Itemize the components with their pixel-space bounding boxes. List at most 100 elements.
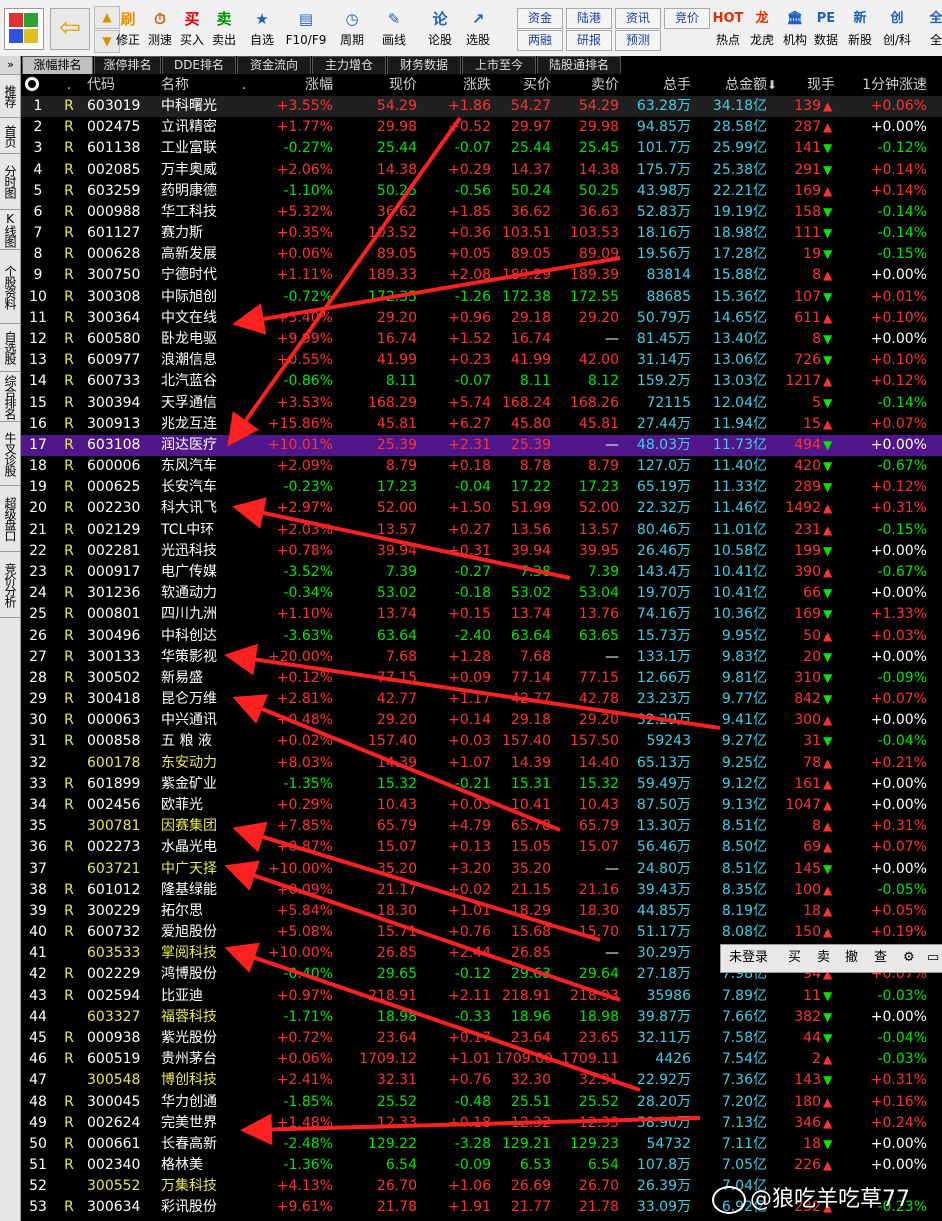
table-row[interactable]: 47 300548 博创科技 +2.41% 32.31 +0.76 32.30 32.31 22… (21, 1070, 942, 1091)
table-row[interactable]: 27 R 300133 华策影视 +20.00% 7.68 +1.28 7.68 — 133.1万… (21, 647, 942, 668)
table-row[interactable]: 38 R 601012 隆基绿能 +0.09% 21.17 +0.02 21.15 21.16 3… (21, 880, 942, 901)
sell-button[interactable]: 卖 (817, 945, 830, 971)
buy-button[interactable]: 买 (788, 945, 801, 971)
toolbar-mini-button-4[interactable]: 两融 (517, 30, 563, 51)
table-row[interactable]: 12 R 600580 卧龙电驱 +9.99% 16.74 +1.52 16.74 — 81.45… (21, 329, 942, 350)
table-row[interactable]: 40 R 600732 爱旭股份 +5.08% 15.71 +0.76 15.68 15.70 5… (21, 922, 942, 943)
table-row[interactable]: 13 R 600977 浪潮信息 +0.55% 41.99 +0.23 41.99 42.00 3… (21, 350, 942, 371)
toolbar-mini-button-6[interactable]: 预测 (615, 30, 661, 51)
table-row[interactable]: 21 R 002129 TCL中环 +2.03% 13.57 +0.27 13.56 13.57… (21, 520, 942, 541)
table-row[interactable]: 5 R 603259 药明康德 -1.10% 50.25 -0.56 50.24 50.25 43… (21, 181, 942, 202)
table-row[interactable]: 3 R 601138 工业富联 -0.27% 25.44 -0.07 25.44 25.45 10… (21, 138, 942, 159)
table-row[interactable]: 34 R 002456 欧菲光 +0.29% 10.43 +0.03 10.41 10.43 87… (21, 795, 942, 816)
toolbar-right-button-5[interactable]: 创创/科 (880, 6, 914, 52)
sidebar-item-4[interactable]: 个股资料 (0, 250, 20, 324)
toolbar-right-button-4[interactable]: 新新股 (843, 6, 877, 52)
table-row[interactable]: 49 R 002624 完美世界 +1.48% 12.33 +0.18 12.32 12.33 5… (21, 1113, 942, 1134)
column-header-5[interactable]: 涨幅 (255, 74, 333, 96)
table-row[interactable]: 28 R 300502 新易盛 +0.12% 77.15 +0.09 77.14 77.15 12… (21, 668, 942, 689)
login-status[interactable]: 未登录 (729, 945, 768, 971)
toolbar-mini-button-1[interactable]: 陆港 (566, 8, 612, 29)
column-header-8[interactable]: 买价 (495, 74, 551, 96)
table-row[interactable]: 20 R 002230 科大讯飞 +2.97% 52.00 +1.50 51.99 52.00 2… (21, 498, 942, 519)
sidebar-item-9[interactable]: 竞价分析 (0, 552, 20, 618)
toolbar-button-7[interactable]: ✎ 画线 (372, 6, 416, 52)
tab-2[interactable]: DDE排名 (162, 56, 236, 74)
sidebar-item-6[interactable]: 综合排名 (0, 372, 20, 422)
table-row[interactable]: 44 603327 福蓉科技 -1.71% 18.98 -0.33 18.96 18.98 39… (21, 1007, 942, 1028)
tab-6[interactable]: 上市至今 (462, 56, 536, 74)
toolbar-mini-button-3[interactable]: 竞价 (664, 8, 710, 29)
table-row[interactable]: 39 R 300229 拓尔思 +5.84% 18.30 +1.01 18.29 18.30 44… (21, 901, 942, 922)
column-header-2[interactable]: 代码 (87, 74, 157, 96)
table-row[interactable]: 24 R 301236 软通动力 -0.34% 53.02 -0.18 53.02 53.04 1… (21, 583, 942, 604)
sidebar-item-8[interactable]: 超级盘口 (0, 486, 20, 552)
table-row[interactable]: 43 R 002594 比亚迪 +0.97% 218.91 +2.11 218.91 218.9… (21, 986, 942, 1007)
table-row[interactable]: 25 R 000801 四川九洲 +1.10% 13.74 +0.15 13.74 13.76 7… (21, 604, 942, 625)
column-header-11[interactable]: 总金额 (691, 74, 767, 96)
table-row[interactable]: 30 R 000063 中兴通讯 +0.48% 29.20 +0.14 29.18 29.20 3… (21, 710, 942, 731)
table-row[interactable]: 36 R 002273 水晶光电 +0.87% 15.07 +0.13 15.05 15.07 5… (21, 837, 942, 858)
sidebar-item-0[interactable]: 推荐 (0, 74, 20, 118)
tab-5[interactable]: 财务数据 (387, 56, 461, 74)
table-row[interactable]: 31 R 000858 五 粮 液 +0.02% 157.40 +0.03 157.40 157… (21, 731, 942, 752)
toolbar-mini-button-2[interactable]: 资讯 (615, 8, 661, 29)
column-header-9[interactable]: 卖价 (553, 74, 619, 96)
table-row[interactable]: 7 R 601127 赛力斯 +0.35% 103.52 +0.36 103.51 103.53… (21, 223, 942, 244)
sidebar-item-3[interactable]: K线图 (0, 210, 20, 250)
sidebar-item-1[interactable]: 首页 (0, 118, 20, 154)
toolbar-button-9[interactable]: ↗ 选股 (456, 6, 500, 52)
sidebar-item-2[interactable]: 分时图 (0, 154, 20, 210)
table-row[interactable]: 10 R 300308 中际旭创 -0.72% 172.35 -1.26 172.38 172.… (21, 287, 942, 308)
toolbar-mini-button-0[interactable]: 资金 (517, 8, 563, 29)
sidebar-collapse-icon[interactable]: » (0, 56, 20, 75)
table-row[interactable]: 32 600178 东安动力 +8.03% 14.39 +1.07 14.39 14.40 65… (21, 753, 942, 774)
tab-3[interactable]: 资金流向 (237, 56, 311, 74)
column-header-4[interactable]: . (237, 74, 251, 96)
sidebar-item-7[interactable]: 牛叉诊股 (0, 422, 20, 486)
column-header-1[interactable]: . (59, 74, 79, 96)
cancel-order-button[interactable]: 撤 (845, 945, 858, 971)
column-header-7[interactable]: 涨跌 (421, 74, 491, 96)
column-header-6[interactable]: 现价 (337, 74, 417, 96)
table-row[interactable]: 29 R 300418 昆仑万维 +2.81% 42.77 +1.17 42.77 42.78 2… (21, 689, 942, 710)
table-row[interactable]: 46 R 600519 贵州茅台 +0.06% 1709.12 +1.01 1709.00 17… (21, 1049, 942, 1070)
table-row[interactable]: 22 R 002281 光迅科技 +0.78% 39.94 +0.31 39.94 39.95 2… (21, 541, 942, 562)
table-row[interactable]: 11 R 300364 中文在线 +3.40% 29.20 +0.96 29.18 29.20 5… (21, 308, 942, 329)
table-row[interactable]: 26 R 300496 中科创达 -3.63% 63.64 -2.40 63.64 63.65 1… (21, 626, 942, 647)
table-row[interactable]: 37 603721 中广天择 +10.00% 35.20 +3.20 35.20 — 24.80… (21, 859, 942, 880)
table-row[interactable]: 33 R 601899 紫金矿业 -1.35% 15.32 -0.21 15.31 15.32 5… (21, 774, 942, 795)
column-header-13[interactable]: 1分钟涨速 (841, 74, 927, 96)
table-row[interactable]: 6 R 000988 华工科技 +5.32% 36.62 +1.85 36.62 36.63 52… (21, 202, 942, 223)
table-row[interactable]: 19 R 000625 长安汽车 -0.23% 17.23 -0.04 17.22 17.23 6… (21, 477, 942, 498)
tab-1[interactable]: 涨停排名 (94, 56, 161, 74)
table-row[interactable]: 48 R 300045 华力创通 -1.85% 25.52 -0.48 25.51 25.52 2… (21, 1092, 942, 1113)
toolbar-right-button-6[interactable]: 全全 (919, 6, 942, 52)
settings-gear-icon[interactable] (25, 77, 39, 91)
table-row[interactable]: 4 R 002085 万丰奥威 +2.06% 14.38 +0.29 14.37 14.38 17… (21, 160, 942, 181)
table-row[interactable]: 9 R 300750 宁德时代 +1.11% 189.33 +2.08 189.29 189.3… (21, 265, 942, 286)
tab-4[interactable]: 主力增仓 (312, 56, 386, 74)
sidebar-item-5[interactable]: 自选股 (0, 324, 20, 372)
table-row[interactable]: 8 R 000628 高新发展 +0.06% 89.05 +0.05 89.05 89.09 19… (21, 244, 942, 265)
settings-gear-icon[interactable]: ⚙ (903, 945, 915, 971)
tab-0[interactable]: 涨幅排名 (22, 56, 93, 74)
toolbar-right-button-0[interactable]: HOT 热点 (711, 6, 745, 52)
table-row[interactable]: 35 300781 因赛集团 +7.85% 65.79 +4.79 65.78 65.79 13… (21, 816, 942, 837)
toolbar-button-6[interactable]: ◷ 周期 (330, 6, 374, 52)
table-row[interactable]: 15 R 300394 天孚通信 +3.53% 168.29 +5.74 168.24 168.… (21, 393, 942, 414)
column-header-10[interactable]: 总手 (627, 74, 691, 96)
window-icon[interactable]: ▭ (927, 945, 939, 971)
column-header-3[interactable]: 名称 (161, 74, 233, 96)
table-row[interactable]: 45 R 000938 紫光股份 +0.72% 23.64 +0.17 23.64 23.65 3… (21, 1028, 942, 1049)
table-row[interactable]: 14 R 600733 北汽蓝谷 -0.86% 8.11 -0.07 8.11 8.12 159.… (21, 371, 942, 392)
toolbar-right-button-1[interactable]: 龙龙虎 (745, 6, 779, 52)
table-row[interactable]: 23 R 000917 电广传媒 -3.52% 7.39 -0.27 7.38 7.39 143.… (21, 562, 942, 583)
table-row[interactable]: 1 R 603019 中科曙光 +3.55% 54.29 +1.86 54.27 54.29 63… (21, 96, 942, 117)
toolbar-button-5[interactable]: ▤ F10/F9 (284, 6, 328, 52)
table-row[interactable]: 16 R 300913 兆龙互连 +15.86% 45.81 +6.27 45.80 45.81… (21, 414, 942, 435)
app-logo-icon[interactable] (4, 8, 44, 50)
table-row[interactable]: 18 R 600006 东风汽车 +2.09% 8.79 +0.18 8.78 8.79 127.… (21, 456, 942, 477)
back-arrow-icon[interactable]: ⇦ (50, 8, 90, 50)
query-button[interactable]: 查 (874, 945, 887, 971)
